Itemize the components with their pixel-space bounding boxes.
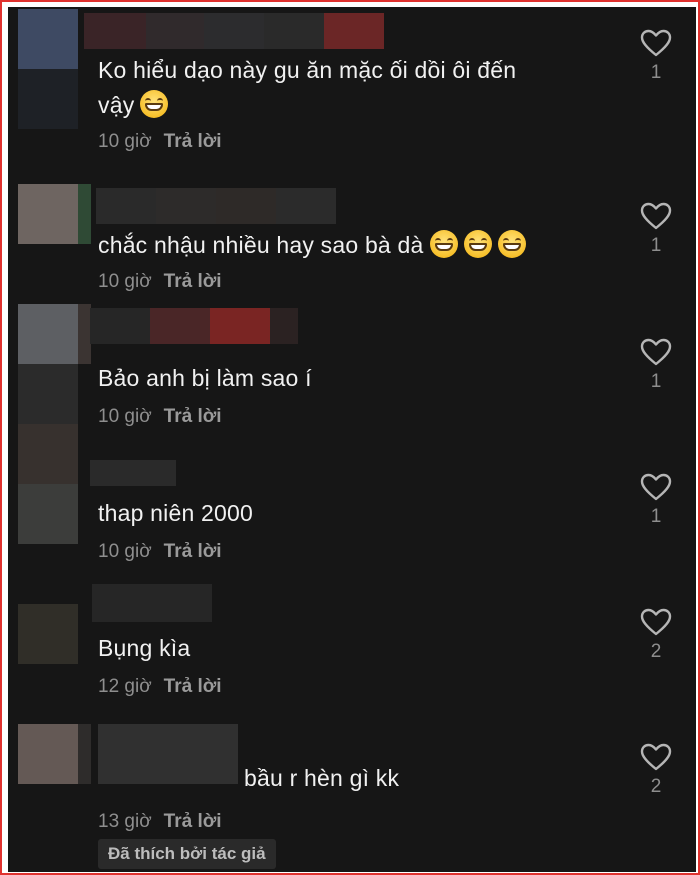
like-control[interactable]: 1 — [636, 473, 676, 529]
like-count: 1 — [650, 506, 662, 527]
avatar[interactable] — [18, 304, 78, 424]
like-count: 1 — [650, 235, 662, 256]
blurred-username[interactable] — [90, 308, 298, 344]
blurred-username[interactable] — [84, 13, 384, 49]
blurred-username[interactable] — [98, 724, 238, 784]
heart-outline-icon[interactable] — [640, 29, 672, 57]
like-count: 1 — [650, 371, 662, 392]
comment-text: Bảo anh bị làm sao í — [98, 365, 312, 391]
comment-text: chắc nhậu nhiều hay sao bà dà — [98, 227, 526, 263]
comment-meta: 10 giờ Trả lời — [98, 270, 222, 294]
comment-meta: 13 giờ Trả lời — [98, 810, 222, 834]
blurred-username[interactable] — [90, 460, 176, 496]
grinning-face-emoji — [497, 230, 526, 258]
comment-time: 10 giờ — [98, 131, 152, 152]
comment-time: 12 giờ — [98, 676, 152, 697]
comments-panel: Ko hiểu dạo này gu ăn mặc ối dồi ôi đến … — [8, 7, 696, 872]
reply-button[interactable]: Trả lời — [164, 131, 222, 152]
comment-text: bầu r hèn gì kk — [244, 765, 400, 791]
like-control[interactable]: 1 — [636, 29, 676, 85]
comment-time: 10 giờ — [98, 271, 152, 292]
comment-meta: 12 giờ Trả lời — [98, 675, 222, 699]
heart-outline-icon[interactable] — [640, 338, 672, 366]
avatar[interactable] — [18, 724, 78, 784]
avatar-edge — [78, 184, 91, 244]
like-control[interactable]: 2 — [636, 608, 676, 664]
heart-outline-icon[interactable] — [640, 473, 672, 501]
reply-button[interactable]: Trả lời — [164, 406, 222, 427]
grinning-face-emoji — [429, 230, 458, 258]
like-control[interactable]: 1 — [636, 338, 676, 394]
like-control[interactable]: 1 — [636, 202, 676, 258]
blurred-username[interactable] — [92, 584, 212, 622]
like-control[interactable]: 2 — [636, 743, 676, 799]
comment-meta: 10 giờ Trả lời — [98, 405, 222, 429]
blurred-username[interactable] — [96, 188, 336, 224]
comment-text-continued: vậy — [98, 87, 169, 123]
comment-meta: 10 giờ Trả lời — [98, 130, 222, 154]
reply-button[interactable]: Trả lời — [164, 676, 222, 697]
comment-time: 10 giờ — [98, 541, 152, 562]
grinning-face-emoji — [140, 90, 169, 118]
liked-by-author-badge: Đã thích bởi tác giả — [98, 839, 276, 869]
avatar[interactable] — [18, 604, 78, 664]
grinning-face-emoji — [463, 230, 492, 258]
heart-outline-icon[interactable] — [640, 202, 672, 230]
comment-text: thap niên 2000 — [98, 500, 253, 526]
comment-time: 10 giờ — [98, 406, 152, 427]
comment-meta: 10 giờ Trả lời — [98, 540, 222, 564]
avatar[interactable] — [18, 9, 78, 129]
avatar[interactable] — [18, 424, 78, 544]
heart-outline-icon[interactable] — [640, 743, 672, 771]
heart-outline-icon[interactable] — [640, 608, 672, 636]
comment-text: Bụng kìa — [98, 635, 191, 661]
comment-text: Ko hiểu dạo này gu ăn mặc ối dồi ôi đến — [98, 57, 517, 83]
like-count: 2 — [650, 641, 662, 662]
comment-time: 13 giờ — [98, 811, 152, 832]
avatar[interactable] — [18, 184, 78, 244]
reply-button[interactable]: Trả lời — [164, 541, 222, 562]
image-frame: Ko hiểu dạo này gu ăn mặc ối dồi ôi đến … — [0, 0, 700, 875]
reply-button[interactable]: Trả lời — [164, 271, 222, 292]
like-count: 1 — [650, 62, 662, 83]
reply-button[interactable]: Trả lời — [164, 811, 222, 832]
like-count: 2 — [650, 776, 662, 797]
avatar-edge — [78, 724, 91, 784]
